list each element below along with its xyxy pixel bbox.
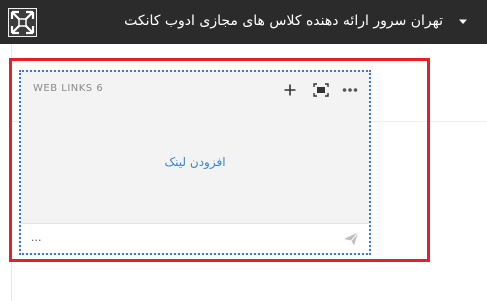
top-bar: تهران سرور ارائه دهنده کلاس های مجازی اد… — [0, 0, 487, 44]
plus-icon[interactable] — [281, 81, 299, 99]
web-links-widget[interactable]: WEB LINKS 6 افزودن لینک ... — [19, 70, 371, 255]
send-icon[interactable] — [343, 231, 359, 247]
chevron-down-icon[interactable] — [453, 12, 473, 32]
widget-title: WEB LINKS 6 — [33, 83, 104, 94]
maximize-icon[interactable] — [312, 81, 330, 99]
footer-text: ... — [31, 231, 42, 244]
more-dots-icon[interactable] — [341, 81, 359, 99]
add-link-button[interactable]: افزودن لینک — [21, 154, 369, 170]
app-logo-icon[interactable] — [8, 8, 37, 37]
app-title: تهران سرور ارائه دهنده کلاس های مجازی اد… — [124, 13, 443, 29]
widget-footer: ... — [21, 223, 369, 253]
